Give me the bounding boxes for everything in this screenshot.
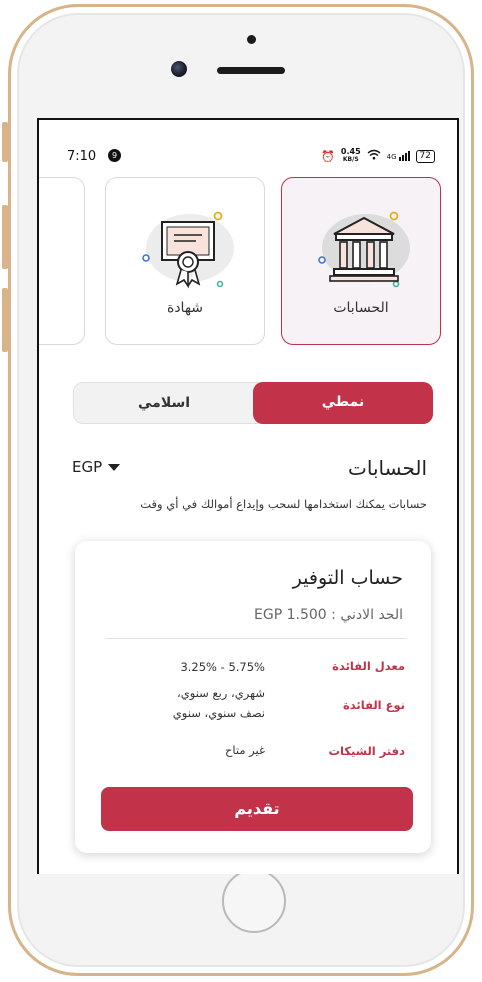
status-icons: ⏰ 0.45 KB/S 4G 72 [321,148,435,164]
interest-rate-value: 5.75% - 3.25% [180,660,265,674]
interest-rate-label: معدل الفائدة [332,659,405,673]
caret-down-icon [108,463,121,471]
divider [105,638,407,639]
signal-icon: 4G [387,151,410,161]
status-time: 7:10 [67,149,97,164]
currency-label: EGP [72,458,103,476]
net-speed-unit: KB/S [342,156,359,163]
bank-icon [318,211,410,288]
product-card-accounts[interactable]: الحسابات [281,177,441,345]
app-screen: 7:10 9 ⏰ 0.45 KB/S 4G 72 شهادة الحسابات … [37,118,459,874]
front-camera [171,61,187,77]
apply-button[interactable]: تقديم [101,787,413,831]
product-card-certificate[interactable]: شهادة [105,177,265,345]
product-label-accounts: الحسابات [333,300,389,316]
net-speed-value: 0.45 [340,147,361,156]
checkbook-value: غير متاح [224,743,265,757]
earpiece-speaker [217,67,285,74]
section-title: الحسابات [348,456,427,480]
notification-badge: 9 [108,149,121,162]
alarm-icon: ⏰ [321,149,335,163]
account-minimum: الحد الادني : EGP 1.500 [254,607,403,623]
home-button[interactable] [222,869,286,933]
account-name: حساب التوفير [292,567,403,589]
net-speed: 0.45 KB/S [341,148,361,164]
tab-conventional[interactable]: نمطي [253,382,433,424]
proximity-sensor [247,35,256,44]
tab-islamic[interactable]: اسلامي [74,383,254,423]
wifi-icon [367,149,381,163]
checkbook-label: دفتر الشيكات [328,744,405,758]
interest-type-line-2: نصف سنوي، سنوي [172,706,265,720]
interest-type-line-1: شهري، ربع سنوي، [177,686,265,700]
account-card: حساب التوفير الحد الادني : EGP 1.500 معد… [75,541,431,853]
currency-selector[interactable]: EGP [72,458,121,476]
status-bar: 7:10 9 ⏰ 0.45 KB/S 4G 72 [39,120,457,164]
interest-type-label: نوع الفائدة [343,698,405,712]
account-type-toggle: اسلامي نمطي [73,382,433,424]
section-description: حسابات يمكنك استخدامها لسحب وإيداع أموال… [140,497,427,511]
certificate-icon [142,211,234,289]
network-type: 4G [386,153,397,161]
product-card-partial[interactable] [39,177,85,345]
battery-indicator: 72 [415,149,435,163]
interest-type-value: شهري، ربع سنوي، نصف سنوي، سنوي [173,683,265,723]
product-label-certificate: شهادة [166,300,204,316]
